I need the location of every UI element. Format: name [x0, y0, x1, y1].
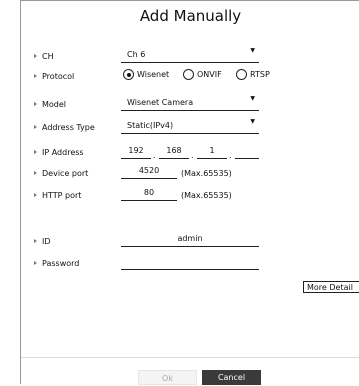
http-port-label: HTTP port — [34, 191, 81, 200]
ip-octet-3[interactable]: 1 — [197, 146, 227, 159]
address-type-select[interactable]: Static(IPv4) ▼ — [121, 118, 259, 134]
cancel-button[interactable]: Cancel — [202, 370, 261, 385]
http-port-input[interactable]: 80 — [121, 188, 177, 201]
ip-octet-4[interactable] — [235, 146, 259, 159]
address-type-value: Static(IPv4) — [127, 121, 174, 130]
device-port-hint: (Max.65535) — [181, 169, 232, 178]
triangle-right-icon — [34, 74, 37, 78]
triangle-right-icon — [34, 150, 37, 154]
triangle-right-icon — [34, 239, 37, 243]
more-detail-button[interactable]: More Detail — [303, 281, 359, 293]
protocol-radio-wisenet[interactable]: Wisenet — [123, 69, 169, 80]
caret-down-icon: ▼ — [250, 95, 255, 102]
add-manually-dialog: Add Manually CH Ch 6 ▼ Protocol Wisenet … — [20, 0, 359, 385]
ch-select[interactable]: Ch 6 ▼ — [121, 47, 259, 63]
ch-label: CH — [34, 52, 54, 61]
ip-dot: . — [229, 151, 232, 160]
password-label: Password — [34, 259, 79, 268]
triangle-right-icon — [34, 125, 37, 129]
address-type-label: Address Type — [34, 123, 95, 132]
radio-empty-icon — [183, 69, 194, 80]
model-value: Wisenet Camera — [127, 98, 194, 107]
footer-divider — [21, 357, 359, 358]
radio-selected-icon — [123, 69, 134, 80]
ok-button[interactable]: Ok — [138, 370, 197, 385]
device-port-label: Device port — [34, 169, 88, 178]
triangle-right-icon — [34, 261, 37, 265]
ip-octet-2[interactable]: 168 — [159, 146, 189, 159]
model-label: Model — [34, 100, 66, 109]
id-input[interactable]: admin — [121, 234, 259, 247]
ch-value: Ch 6 — [127, 50, 146, 59]
triangle-right-icon — [34, 102, 37, 106]
model-select[interactable]: Wisenet Camera ▼ — [121, 95, 259, 111]
ip-address-label: IP Address — [34, 148, 84, 157]
protocol-label: Protocol — [34, 72, 74, 81]
ip-dot: . — [191, 151, 194, 160]
password-input[interactable] — [121, 257, 259, 270]
dialog-title: Add Manually — [139, 7, 242, 25]
device-port-input[interactable]: 4520 — [121, 166, 177, 179]
radio-empty-icon — [236, 69, 247, 80]
ip-octet-1[interactable]: 192 — [121, 146, 151, 159]
id-label: ID — [34, 237, 51, 246]
caret-down-icon: ▼ — [250, 47, 255, 54]
ip-dot: . — [153, 151, 156, 160]
caret-down-icon: ▼ — [250, 118, 255, 125]
protocol-radio-rtsp[interactable]: RTSP — [236, 69, 270, 80]
http-port-hint: (Max.65535) — [181, 191, 232, 200]
triangle-right-icon — [34, 171, 37, 175]
protocol-radio-onvif[interactable]: ONVIF — [183, 69, 222, 80]
triangle-right-icon — [34, 54, 37, 58]
triangle-right-icon — [34, 193, 37, 197]
